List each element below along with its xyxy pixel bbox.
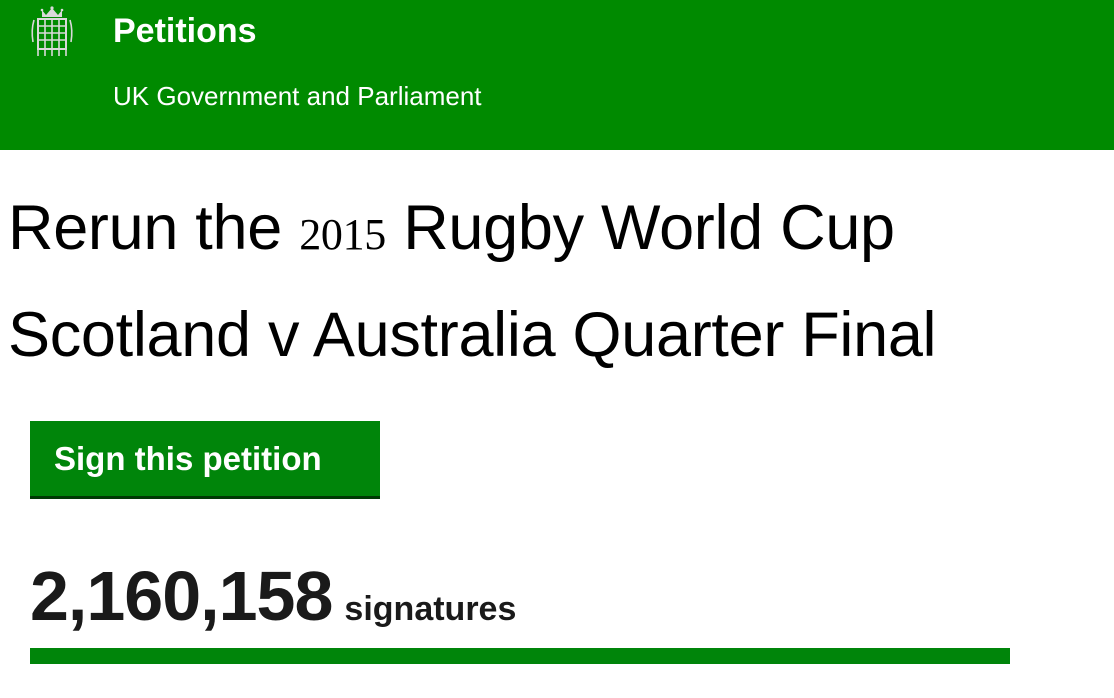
petition-title-line-1: Rerun the 2015 Rugby World Cup [8,178,1108,285]
site-title-link[interactable]: Petitions [113,11,257,51]
petition-title-line-2: Scotland v Australia Quarter Final [8,300,937,370]
signature-count: 2,160,158 signatures [30,556,516,656]
sign-petition-button[interactable]: Sign this petition [30,421,380,499]
signature-count-label: signatures [344,590,517,628]
petition-title: Rerun the 2015 Rugby World Cup Scotland … [8,178,1108,385]
site-subtitle: UK Government and Parliament [113,81,482,111]
site-header: Petitions UK Government and Parliament [0,0,1114,150]
signature-progress-bar [30,648,1010,664]
signature-progress-fill [30,648,1010,664]
petition-title-part-1: Rerun the [8,193,282,263]
petition-title-year: 2015 [299,210,387,259]
petition-title-part-2: Rugby World Cup [403,193,895,263]
portcullis-icon [31,6,73,56]
signature-count-number: 2,160,158 [30,557,333,635]
